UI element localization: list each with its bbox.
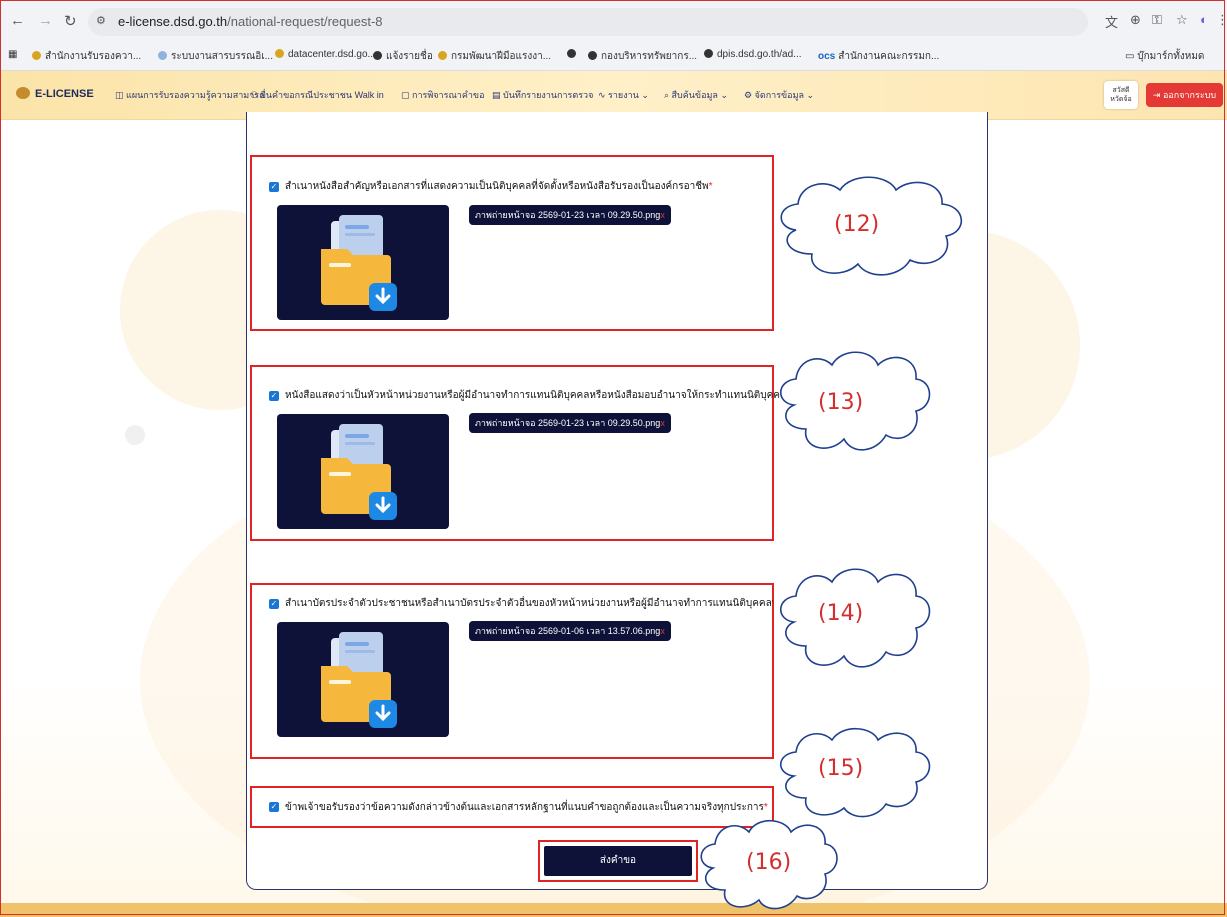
file-thumbnail[interactable] bbox=[277, 205, 449, 320]
uploaded-file-chip[interactable]: ภาพถ่ายหน้าจอ 2569-01-06 เวลา 13.57.06.p… bbox=[469, 621, 671, 641]
uploaded-file-chip[interactable]: ภาพถ่ายหน้าจอ 2569-01-23 เวลา 09.29.50.p… bbox=[469, 205, 671, 225]
activity-icon: ∿ bbox=[598, 90, 609, 100]
menu-item-reports[interactable]: ∿ รายงาน ⌄ bbox=[598, 88, 649, 102]
folder-download-icon bbox=[321, 632, 397, 728]
uploaded-file-chip[interactable]: ภาพถ่ายหน้าจอ 2569-01-23 เวลา 09.29.50.p… bbox=[469, 413, 671, 433]
document-checkbox[interactable]: ✓ bbox=[269, 599, 279, 609]
certify-label: ข้าพเจ้าขอรับรองว่าข้อความดังกล่าวข้างต้… bbox=[285, 802, 768, 813]
annotation-label: (14) bbox=[818, 601, 864, 626]
logout-icon: ⇥ bbox=[1152, 90, 1163, 100]
globe-icon bbox=[588, 51, 597, 60]
document-label: สำเนาบัตรประจำตัวประชาชนหรือสำเนาบัตรประ… bbox=[285, 598, 773, 609]
search-icon: ⌕ bbox=[664, 90, 672, 100]
menu-item-plan[interactable]: ◫ แผนการรับรองความรู้ความสามารถ bbox=[115, 88, 265, 102]
password-key-icon[interactable]: ⚿ bbox=[1152, 12, 1162, 28]
app-logo[interactable]: E-LICENSE bbox=[16, 87, 94, 100]
clipboard-icon: ▢ bbox=[401, 90, 413, 100]
bookmark-item[interactable]: กองบริหารทรัพยากร... bbox=[588, 49, 697, 64]
translate-icon[interactable]: 文 bbox=[1105, 12, 1118, 31]
ocs-icon: ocs bbox=[818, 51, 836, 62]
browser-toolbar: ← → ↻ ⚙ e-license.dsd.go.th/national-req… bbox=[0, 0, 1227, 44]
menu-item-search[interactable]: ⌕ สืบค้นข้อมูล ⌄ bbox=[664, 88, 728, 102]
bookmark-favicon-icon bbox=[158, 51, 167, 60]
bookmark-item[interactable]: แจ้งรายชื่อ bbox=[373, 49, 433, 64]
bookmark-item[interactable]: ocs สำนักงานคณะกรรมก... bbox=[818, 49, 939, 64]
globe-icon bbox=[373, 51, 382, 60]
user-add-icon: ⚇ bbox=[250, 90, 261, 100]
globe-icon bbox=[704, 49, 713, 58]
remove-file-icon[interactable]: x bbox=[660, 418, 665, 428]
back-icon[interactable]: ← bbox=[10, 12, 25, 29]
document-section-13: ✓ หนังสือแสดงว่าเป็นหัวหน้าหน่วยงานหรือผ… bbox=[250, 365, 790, 541]
browser-menu-icon[interactable]: ⋮ bbox=[1216, 12, 1227, 28]
annotation-label: (12) bbox=[834, 212, 880, 237]
gear-icon: ⚙ bbox=[744, 90, 755, 100]
bookmark-item[interactable]: ระบบงานสารบรรณอิเ... bbox=[158, 49, 273, 64]
chevron-down-icon: ⌄ bbox=[638, 90, 649, 100]
document-section-14: ✓ สำเนาบัตรประจำตัวประชาชนหรือสำเนาบัตรป… bbox=[250, 583, 774, 759]
bookmark-favicon-icon bbox=[32, 51, 41, 60]
annotation-label: (15) bbox=[818, 756, 864, 781]
file-thumbnail[interactable] bbox=[277, 414, 449, 529]
extension-icon[interactable]: ◐ bbox=[1200, 12, 1208, 27]
document-label: หนังสือแสดงว่าเป็นหัวหน้าหน่วยงานหรือผู้… bbox=[285, 390, 790, 401]
menu-item-review[interactable]: ▢ การพิจารณาคำขอ bbox=[401, 88, 484, 102]
submit-button[interactable]: ส่งคำขอ bbox=[544, 846, 692, 876]
folder-download-icon bbox=[321, 215, 397, 311]
document-checkbox[interactable]: ✓ bbox=[269, 182, 279, 192]
chevron-down-icon: ⌄ bbox=[717, 90, 728, 100]
all-bookmarks[interactable]: ▭ บุ๊กมาร์กทั้งหมด bbox=[1125, 49, 1204, 64]
document-label: สำเนาหนังสือสำคัญหรือเอกสารที่แสดงความเป… bbox=[285, 181, 713, 192]
file-thumbnail[interactable] bbox=[277, 622, 449, 737]
url-path: /national-request/request-8 bbox=[227, 14, 383, 29]
globe-icon bbox=[567, 49, 576, 58]
user-greeting[interactable]: สวัสดี หวัดจ้อ bbox=[1104, 81, 1138, 109]
apps-grid-icon[interactable]: ▦ bbox=[8, 49, 17, 60]
annotation-label: (16) bbox=[746, 850, 792, 875]
logo-icon bbox=[16, 87, 30, 99]
bookmark-favicon-icon bbox=[438, 51, 447, 60]
bookmark-favicon-icon bbox=[275, 49, 284, 58]
menu-item-inspection-report[interactable]: ▤ บันทึกรายงานการตรวจ bbox=[492, 88, 593, 102]
bookmark-item[interactable]: กรมพัฒนาฝีมือแรงงา... bbox=[438, 49, 551, 64]
bg-dot bbox=[125, 425, 145, 445]
bookmark-star-icon[interactable]: ☆ bbox=[1176, 12, 1188, 28]
menu-item-manage[interactable]: ⚙ จัดการข้อมูล ⌄ bbox=[744, 88, 814, 102]
address-bar[interactable]: ⚙ e-license.dsd.go.th/national-request/r… bbox=[88, 8, 1088, 36]
document-icon: ▤ bbox=[492, 90, 504, 100]
document-section-12: ✓ สำเนาหนังสือสำคัญหรือเอกสารที่แสดงความ… bbox=[250, 155, 774, 331]
remove-file-icon[interactable]: x bbox=[660, 626, 665, 636]
bookmark-item[interactable] bbox=[567, 49, 580, 60]
bookmarks-bar: ▦ สำนักงานรับรองควา... ระบบงานสารบรรณอิเ… bbox=[0, 44, 1227, 71]
remove-file-icon[interactable]: x bbox=[660, 210, 665, 220]
document-checkbox[interactable]: ✓ bbox=[269, 391, 279, 401]
certify-checkbox[interactable]: ✓ bbox=[269, 802, 279, 812]
url-domain: e-license.dsd.go.th bbox=[118, 14, 228, 29]
reload-icon[interactable]: ↻ bbox=[64, 12, 77, 30]
folder-download-icon bbox=[321, 424, 397, 520]
zoom-icon[interactable]: ⊕ bbox=[1130, 12, 1141, 28]
bookmark-item[interactable]: dpis.dsd.go.th/ad... bbox=[704, 49, 802, 60]
annotation-label: (13) bbox=[818, 390, 864, 415]
bookmark-item[interactable]: datacenter.dsd.go... bbox=[275, 49, 376, 60]
chevron-down-icon: ⌄ bbox=[804, 90, 815, 100]
forward-icon[interactable]: → bbox=[38, 12, 53, 29]
footer-band bbox=[0, 903, 1227, 917]
logout-button[interactable]: ⇥ ออกจากระบบ bbox=[1146, 83, 1223, 107]
site-info-icon[interactable]: ⚙ bbox=[96, 14, 106, 27]
bookmark-item[interactable]: สำนักงานรับรองควา... bbox=[32, 49, 141, 64]
book-icon: ◫ bbox=[115, 90, 127, 100]
menu-item-walk-in[interactable]: ⚇ ยื่นคำขอกรณีประชาชน Walk in bbox=[250, 88, 384, 102]
folder-icon: ▭ bbox=[1125, 51, 1138, 62]
